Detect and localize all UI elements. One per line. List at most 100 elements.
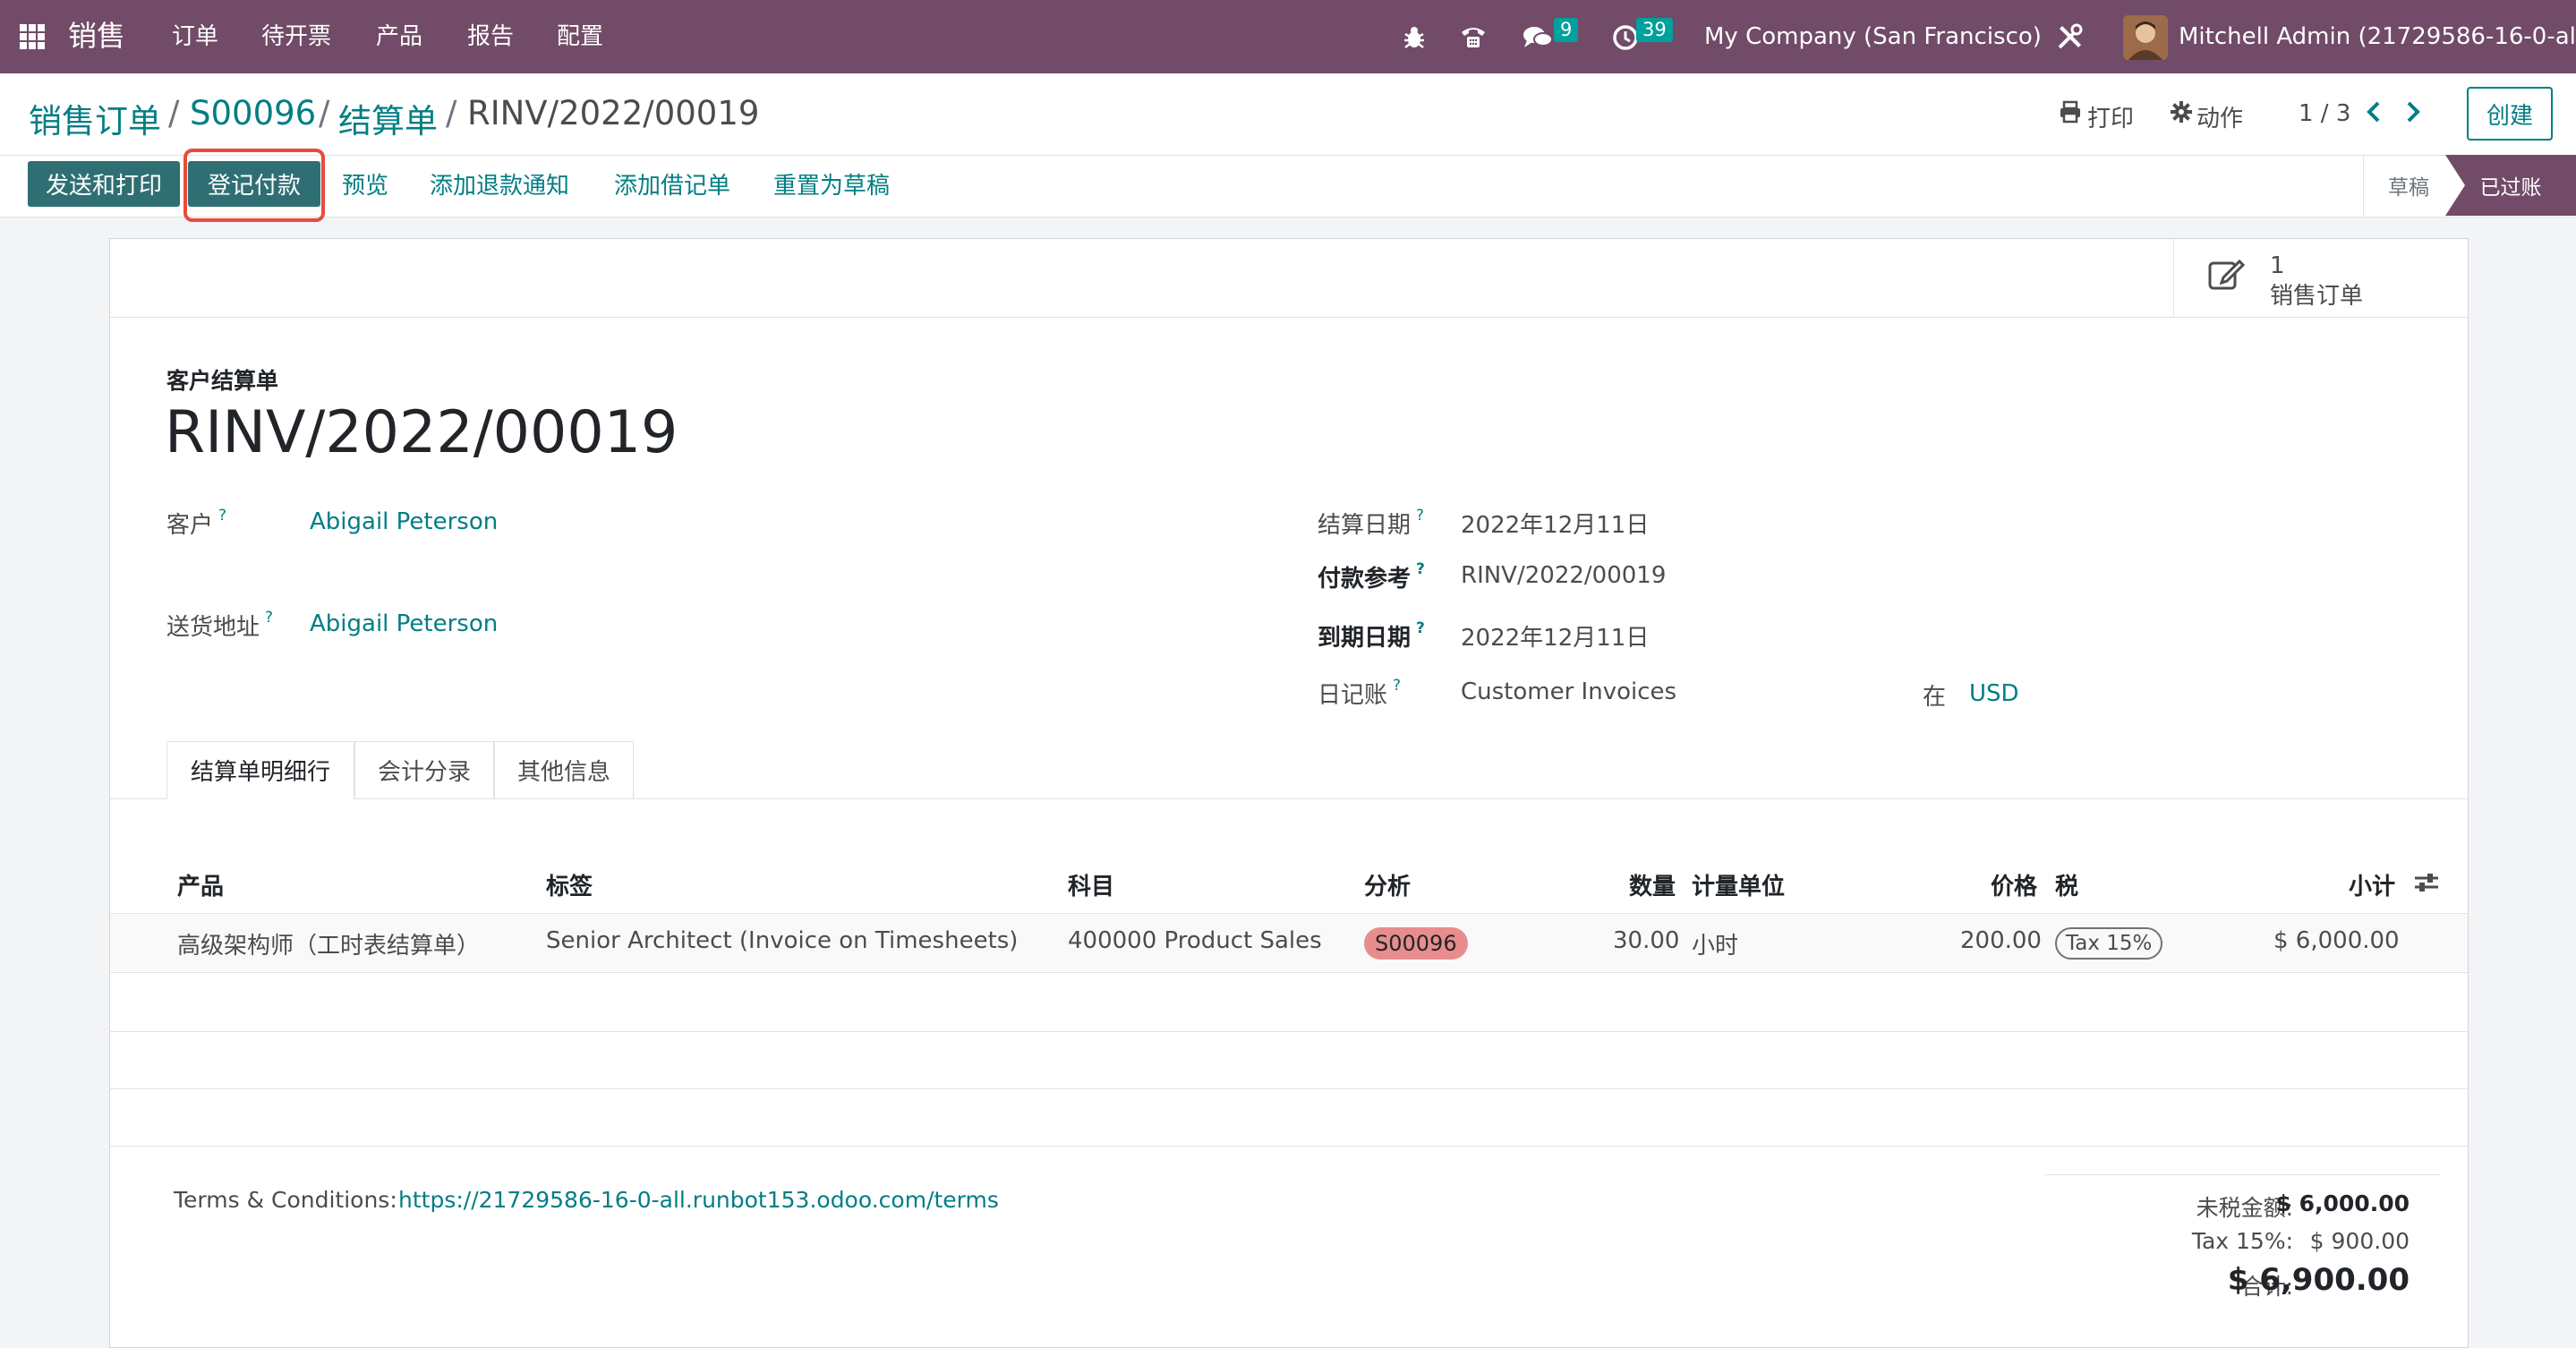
chevron-left-icon[interactable] xyxy=(2365,100,2383,127)
help-icon[interactable]: ? xyxy=(1393,677,1401,695)
tab-other-info[interactable]: 其他信息 xyxy=(494,741,634,798)
divider xyxy=(109,972,2469,973)
column-header-subtotal[interactable]: 小计 xyxy=(2349,868,2395,901)
divider xyxy=(2044,1174,2440,1175)
debug-bug-icon[interactable] xyxy=(1402,23,1427,50)
preview-button[interactable]: 预览 xyxy=(342,161,388,207)
gear-icon[interactable] xyxy=(2170,100,2193,127)
pager-value[interactable]: 1 / 3 xyxy=(2299,100,2350,127)
user-avatar[interactable] xyxy=(2123,15,2168,60)
highlight-annotation xyxy=(183,149,325,222)
cell-subtotal: $ 6,000.00 xyxy=(2273,927,2400,954)
chevron-right-icon[interactable] xyxy=(2404,100,2422,127)
smart-button-label: 销售订单 xyxy=(2270,283,2364,310)
help-icon[interactable]: ? xyxy=(1416,507,1424,525)
help-icon[interactable]: ? xyxy=(1416,619,1425,637)
divider xyxy=(109,798,2469,799)
phone-icon[interactable] xyxy=(1459,23,1488,50)
column-header-account[interactable]: 科目 xyxy=(1068,868,1114,901)
terms-label: Terms & Conditions: xyxy=(174,1187,397,1213)
column-header-quantity[interactable]: 数量 xyxy=(1629,868,1676,901)
tools-icon[interactable] xyxy=(2055,21,2086,52)
tax-amount-value: $ 900.00 xyxy=(2309,1228,2410,1254)
app-menu-icon[interactable] xyxy=(20,24,45,49)
total-value: $ 6,900.00 xyxy=(2227,1262,2410,1298)
chat-messages-icon[interactable] xyxy=(1522,23,1554,52)
invoice-date-label: 结算日期? xyxy=(1318,507,1425,539)
payment-reference-label: 付款参考? xyxy=(1318,560,1425,593)
menu-orders[interactable]: 订单 xyxy=(172,25,218,48)
top-navbar: 销售 订单 待开票 产品 报告 配置 9 39 My Company (San … xyxy=(0,0,2576,73)
help-icon[interactable]: ? xyxy=(218,507,226,525)
messages-count-badge: 9 xyxy=(1554,18,1579,42)
action-button[interactable]: 动作 xyxy=(2196,100,2243,133)
cell-label[interactable]: Senior Architect (Invoice on Timesheets) xyxy=(546,927,1018,954)
cell-account[interactable]: 400000 Product Sales xyxy=(1068,927,1322,954)
due-date-label: 到期日期? xyxy=(1318,619,1425,652)
column-header-uom[interactable]: 计量单位 xyxy=(1692,868,1785,901)
divider xyxy=(0,155,2576,156)
column-header-tax[interactable]: 税 xyxy=(2055,868,2078,901)
column-header-analytic[interactable]: 分析 xyxy=(1364,868,1411,901)
tax-tag[interactable]: Tax 15% xyxy=(2055,927,2163,960)
menu-reporting[interactable]: 报告 xyxy=(467,25,514,48)
column-header-label[interactable]: 标签 xyxy=(546,868,593,901)
send-and-print-button[interactable]: 发送和打印 xyxy=(28,161,180,207)
column-header-product[interactable]: 产品 xyxy=(177,868,224,901)
breadcrumb-separator: / xyxy=(319,94,330,132)
divider xyxy=(109,1146,2469,1147)
smart-button-count: 1 xyxy=(2270,252,2285,279)
tab-invoice-lines[interactable]: 结算单明细行 xyxy=(166,741,354,800)
payment-reference-field[interactable]: RINV/2022/00019 xyxy=(1461,562,1666,589)
user-menu[interactable]: Mitchell Admin (21729586-16-0-all) xyxy=(2179,25,2576,48)
breadcrumb-separator: / xyxy=(446,94,457,132)
due-date-field[interactable]: 2022年12月11日 xyxy=(1461,619,1649,653)
add-credit-note-button[interactable]: 添加退款通知 xyxy=(430,161,569,207)
customer-label: 客户? xyxy=(166,507,227,539)
stage-draft[interactable]: 草稿 xyxy=(2363,155,2453,216)
reset-to-draft-button[interactable]: 重置为草稿 xyxy=(773,161,890,207)
print-button[interactable]: 打印 xyxy=(2087,100,2134,133)
menu-configuration[interactable]: 配置 xyxy=(557,25,603,48)
company-switcher[interactable]: My Company (San Francisco) xyxy=(1704,25,2042,48)
app-name[interactable]: 销售 xyxy=(68,21,125,50)
breadcrumb-current: RINV/2022/00019 xyxy=(467,94,760,132)
document-number: RINV/2022/00019 xyxy=(165,399,678,466)
breadcrumb-sales-orders[interactable]: 销售订单 xyxy=(29,94,161,142)
delivery-address-field[interactable]: Abigail Peterson xyxy=(310,610,498,637)
breadcrumb-invoices[interactable]: 结算单 xyxy=(338,94,438,142)
optional-columns-icon[interactable] xyxy=(2413,870,2440,899)
add-debit-note-button[interactable]: 添加借记单 xyxy=(614,161,730,207)
edit-icon xyxy=(2207,256,2247,295)
tab-journal-items[interactable]: 会计分录 xyxy=(354,741,494,798)
currency-in-label: 在 xyxy=(1923,684,1947,711)
activities-count-badge: 39 xyxy=(1636,18,1673,42)
terms-link[interactable]: https://21729586-16-0-all.runbot153.odoo… xyxy=(398,1187,999,1213)
help-icon[interactable]: ? xyxy=(1416,560,1425,578)
journal-field[interactable]: Customer Invoices xyxy=(1461,678,1676,705)
column-header-price[interactable]: 价格 xyxy=(1991,868,2037,901)
divider xyxy=(109,1031,2469,1032)
customer-field[interactable]: Abigail Peterson xyxy=(310,508,498,535)
tax-amount-label: Tax 15%: xyxy=(2191,1228,2293,1254)
help-icon[interactable]: ? xyxy=(265,609,273,627)
divider xyxy=(109,1088,2469,1089)
menu-to-invoice[interactable]: 待开票 xyxy=(261,25,331,48)
create-button[interactable]: 创建 xyxy=(2467,87,2553,141)
journal-label: 日记账? xyxy=(1318,677,1402,709)
cell-quantity[interactable]: 30.00 xyxy=(1613,927,1679,954)
divider xyxy=(109,317,2469,318)
breadcrumb-order[interactable]: S00096 xyxy=(190,94,316,132)
print-icon[interactable] xyxy=(2059,100,2082,127)
cell-product[interactable]: 高级架构师（工时表结算单） xyxy=(177,927,480,960)
menu-products[interactable]: 产品 xyxy=(376,25,422,48)
invoice-date-field[interactable]: 2022年12月11日 xyxy=(1461,507,1649,540)
cell-price[interactable]: 200.00 xyxy=(1960,927,2042,954)
cell-uom[interactable]: 小时 xyxy=(1692,927,1738,960)
currency-field[interactable]: USD xyxy=(1969,680,2019,707)
breadcrumb-separator: / xyxy=(168,94,180,132)
untaxed-amount-value: $ 6,000.00 xyxy=(2275,1190,2410,1216)
document-type: 客户结算单 xyxy=(166,368,279,394)
analytic-tag[interactable]: S00096 xyxy=(1364,927,1468,960)
untaxed-amount-label: 未税金额: xyxy=(2196,1195,2293,1221)
